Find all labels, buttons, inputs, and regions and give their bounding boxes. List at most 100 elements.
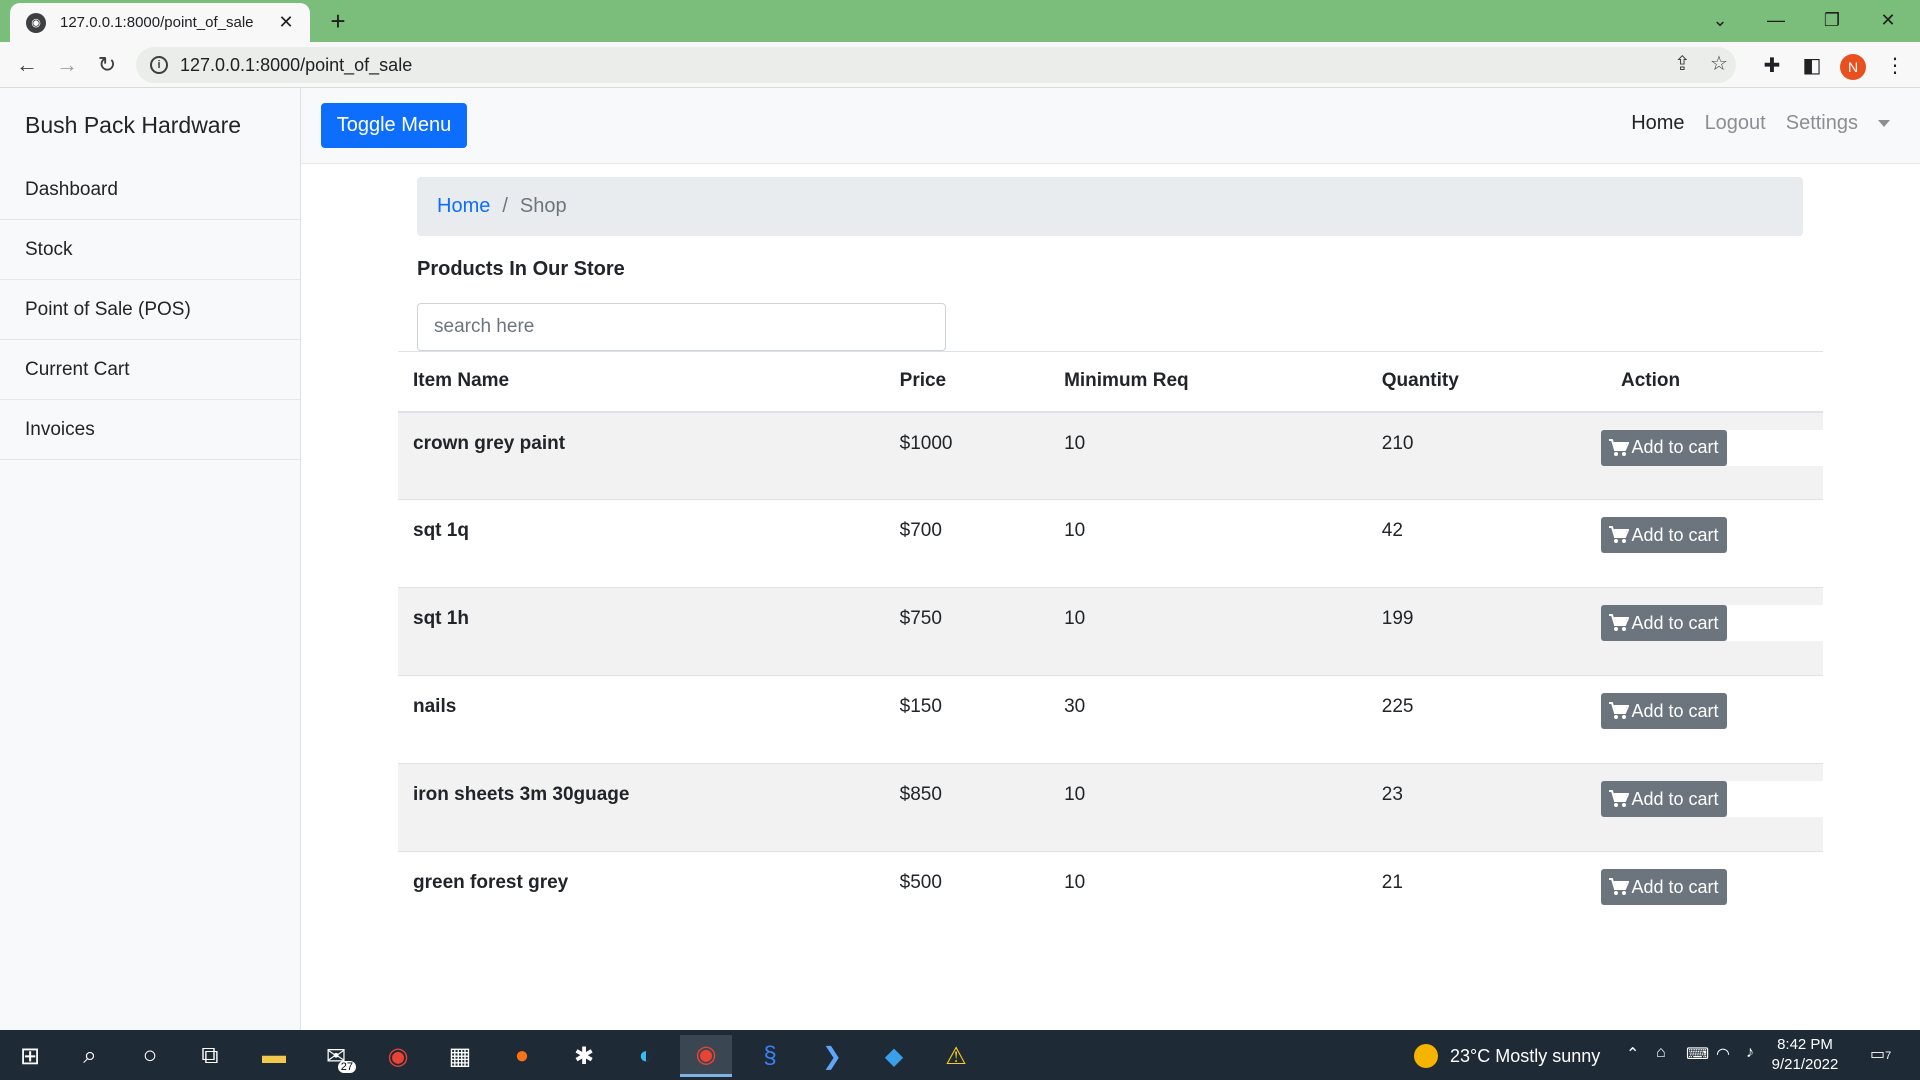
breadcrumb-separator: / [502, 195, 508, 217]
item-name-cell: iron sheets 3m 30guage [398, 763, 885, 852]
price-cell: $850 [884, 763, 1050, 852]
cart-icon [1609, 702, 1630, 719]
nav-links: Home Logout Settings [1611, 112, 1890, 135]
forward-icon[interactable]: → [52, 50, 82, 80]
browser-tab[interactable]: ◉ 127.0.0.1:8000/point_of_sale ✕ [10, 3, 310, 42]
caret-down-icon [1878, 120, 1890, 128]
input-method-icon[interactable]: ⌨ [1686, 1044, 1709, 1064]
search-icon[interactable]: ⌕ [64, 1035, 116, 1077]
restore-icon[interactable]: ❐ [1804, 0, 1860, 40]
menu-kebab-icon[interactable]: ⋮ [1882, 52, 1908, 78]
action-cell: Add to cart [1586, 675, 1823, 764]
cart-icon [1609, 438, 1630, 456]
close-window-icon[interactable]: ✕ [1860, 0, 1916, 40]
quantity-cell: 21 [1381, 872, 1403, 893]
chrome-profile-icon[interactable]: ◉ [680, 1035, 732, 1077]
products-table: Item Name Price Minimum Req Quantity Act… [398, 351, 1823, 940]
breadcrumb-home-link[interactable]: Home [437, 195, 490, 218]
postman-icon[interactable]: ● [496, 1035, 548, 1077]
address-bar[interactable]: i 127.0.0.1:8000/point_of_sale ⇪ ☆ [136, 47, 1736, 83]
browser-tab-strip: ◉ 127.0.0.1:8000/point_of_sale ✕ + ⌄ — ❐… [0, 0, 1920, 42]
share-icon[interactable]: ⇪ [1674, 51, 1691, 76]
add-to-cart-button[interactable]: Add to cart [1601, 781, 1727, 817]
sidebar-item-dashboard[interactable]: Dashboard [0, 160, 300, 220]
windows-taskbar: ⊞ ⌕ ○ ⧉ ▬ ✉ 27 ◉ ▦ ● ✱ ◐ ◉ § ❯ ◆ ⚠ 23°C M… [0, 1030, 1920, 1080]
chevron-up-icon[interactable]: ⌃ [1626, 1044, 1639, 1064]
settings-label: Settings [1785, 112, 1858, 134]
minimize-icon[interactable]: — [1748, 0, 1804, 40]
cortana-icon[interactable]: ○ [124, 1035, 176, 1077]
nav-home-link[interactable]: Home [1631, 112, 1684, 135]
chrome-icon[interactable]: ◉ [372, 1035, 424, 1077]
price-cell: $700 [884, 499, 1050, 588]
bookmark-star-icon[interactable]: ☆ [1710, 51, 1728, 76]
weather-text: 23°C Mostly sunny [1450, 1045, 1601, 1066]
quantity-cell: 42 [1366, 499, 1586, 588]
windows-start-icon[interactable]: ⊞ [4, 1035, 56, 1077]
file-explorer-icon[interactable]: ▬ [248, 1035, 300, 1077]
extensions-icon[interactable]: ✚ [1759, 52, 1785, 78]
nav-logout-link[interactable]: Logout [1705, 112, 1766, 135]
min-req-cell: 10 [1049, 499, 1367, 588]
reload-icon[interactable]: ↻ [92, 50, 122, 80]
close-tab-icon[interactable]: ✕ [276, 12, 296, 33]
wifi-icon[interactable]: ◠ [1716, 1044, 1730, 1064]
edge-icon[interactable]: ◐ [620, 1035, 672, 1077]
column-header-price: Price [884, 351, 1050, 413]
sublime-icon[interactable]: § [744, 1035, 796, 1077]
clock[interactable]: 8:42 PM 9/21/2022 [1770, 1035, 1840, 1075]
quantity-cell: 199 [1366, 587, 1586, 676]
cart-icon [1609, 526, 1630, 543]
slack-icon[interactable]: ✱ [558, 1035, 610, 1077]
sidebar-item-stock[interactable]: Stock [0, 220, 300, 280]
table-row: sqt 1h $750 10 199 Add to cart [398, 587, 1823, 676]
url-text: 127.0.0.1:8000/point_of_sale [180, 54, 413, 75]
new-tab-icon[interactable]: + [323, 6, 353, 36]
nav-settings-dropdown[interactable]: Settings [1786, 112, 1890, 135]
breadcrumb-current: Shop [519, 195, 567, 217]
min-req-cell: 10 [1049, 587, 1367, 676]
add-to-cart-button[interactable]: Add to cart [1601, 605, 1727, 641]
side-panel-icon[interactable]: ◧ [1799, 52, 1825, 78]
tab-search-icon[interactable]: ⌄ [1692, 0, 1748, 40]
add-to-cart-button[interactable]: Add to cart [1601, 429, 1727, 466]
column-header-action: Action [1586, 351, 1823, 413]
store-icon[interactable]: ▦ [434, 1035, 486, 1077]
price-cell: $150 [884, 675, 1050, 764]
sidebar: Bush Pack Hardware Dashboard Stock Point… [0, 88, 301, 1030]
column-header-quantity: Quantity [1366, 351, 1586, 413]
add-to-cart-button[interactable]: Add to cart [1601, 869, 1727, 905]
toggle-menu-button[interactable]: Toggle Menu [321, 103, 467, 148]
mail-icon[interactable]: ✉ 27 [310, 1035, 362, 1077]
page-title: Products In Our Store [417, 258, 625, 280]
warning-icon[interactable]: ⚠ [930, 1035, 982, 1077]
task-view-icon[interactable]: ⧉ [184, 1035, 236, 1077]
profile-avatar[interactable]: N [1840, 54, 1866, 80]
clock-time: 8:42 PM [1777, 1036, 1833, 1053]
sidebar-item-pos[interactable]: Point of Sale (POS) [0, 280, 300, 340]
min-req-cell: 30 [1049, 675, 1367, 764]
cart-spacer [1727, 429, 1823, 466]
weather-widget[interactable]: 23°C Mostly sunny [1414, 1044, 1600, 1068]
sidebar-item-invoices[interactable]: Invoices [0, 400, 300, 460]
cart-icon [1609, 878, 1630, 895]
sidebar-item-current-cart[interactable]: Current Cart [0, 340, 300, 400]
site-info-icon[interactable]: i [150, 56, 168, 74]
powershell-icon[interactable]: ❯ [806, 1035, 858, 1077]
notification-icon[interactable]: ▭7 [1870, 1044, 1891, 1064]
min-req-cell: 10 [1049, 411, 1367, 500]
price-cell: $1000 [884, 411, 1050, 500]
add-to-cart-button[interactable]: Add to cart [1601, 517, 1727, 553]
volume-icon[interactable]: ♪ [1746, 1044, 1754, 1062]
action-cell: Add to cart [1586, 587, 1823, 676]
vscode-icon[interactable]: ◆ [868, 1035, 920, 1077]
table-row: iron sheets 3m 30guage $850 10 23 Add to… [398, 763, 1823, 852]
action-cell: Add to cart [1586, 499, 1823, 588]
tab-title: 127.0.0.1:8000/point_of_sale [60, 14, 254, 31]
back-icon[interactable]: ← [12, 50, 42, 80]
search-input[interactable] [417, 303, 946, 351]
add-to-cart-button[interactable]: Add to cart [1601, 693, 1727, 729]
meet-icon[interactable]: ⌂ [1656, 1044, 1666, 1062]
table-header-row: Item Name Price Minimum Req Quantity Act… [398, 351, 1823, 413]
cart-spacer [1727, 605, 1823, 641]
